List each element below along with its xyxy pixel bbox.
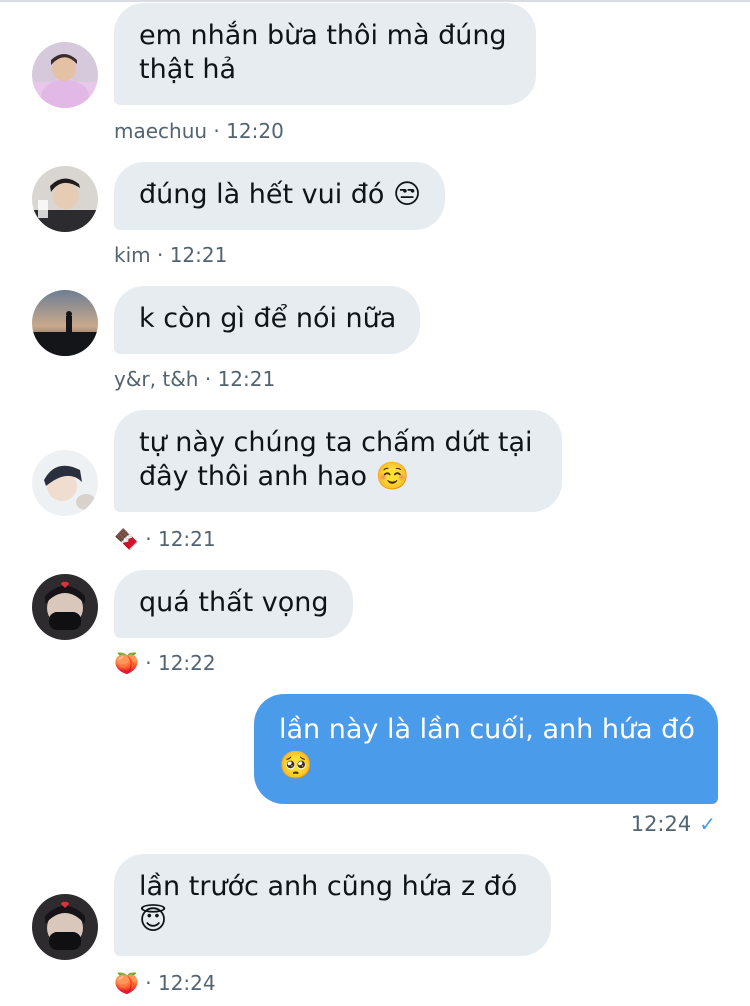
message-meta: maechuu · 12:20 [114,119,284,143]
outgoing-message-bubble[interactable]: lần này là lần cuối, anh hứa đó 🥺 [254,694,718,804]
message-meta: 🍑 · 12:22 [114,651,216,675]
halo-face-icon: 😇 [139,905,168,936]
avatar-peach[interactable] [32,574,98,640]
message-bubble[interactable]: tự này chúng ta chấm dứt tại đây thôi an… [114,410,562,512]
message-text: quá thất vọng [139,587,329,618]
message-text: đúng là hết vui đó [139,179,385,210]
message-time: 12:20 [226,119,284,143]
message-meta: 🍫 · 12:21 [114,527,216,551]
sender-name: maechuu [114,119,208,143]
message-time: 12:21 [169,243,228,267]
peach-icon: 🍑 [114,971,139,995]
outgoing-message-meta: 12:24 ✓ [631,812,716,836]
message-bubble[interactable]: quá thất vọng [114,570,353,638]
sender-name: y&r, t&h [114,367,199,391]
avatar-yr-th[interactable] [32,290,98,356]
message-text: lần này là lần cuối, anh hứa đó [279,714,695,745]
message-bubble[interactable]: em nhắn bừa thôi mà đúng thật hả [114,3,536,105]
message-bubble[interactable]: đúng là hết vui đó 😒 [114,162,446,230]
message-time: 12:24 [630,812,692,836]
message-time: 12:21 [217,367,276,391]
avatar-peach[interactable] [32,894,98,960]
message-bubble[interactable]: lần trước anh cũng hứa z đó 😇 [114,854,551,956]
message-meta: y&r, t&h · 12:21 [114,367,276,391]
smiling-face-icon: ☺️ [375,461,410,492]
chocolate-bar-icon: 🍫 [114,527,139,551]
peach-icon: 🍑 [114,651,139,675]
avatar-kim[interactable] [32,166,98,232]
avatar-chocolate[interactable] [32,450,98,516]
header-divider [0,0,750,2]
sender-name: kim [114,243,151,267]
message-text: tự này chúng ta chấm dứt tại đây thôi an… [139,427,533,492]
message-text: k còn gì để nói nữa [139,303,397,334]
message-text: em nhắn bừa thôi mà đúng thật hả [139,20,507,85]
avatar-maechuu[interactable] [32,42,98,108]
message-time: 12:22 [157,651,216,675]
pleading-face-icon: 🥺 [279,750,313,781]
message-meta: kim · 12:21 [114,243,228,267]
message-text: lần trước anh cũng hứa z đó [139,871,518,902]
checkmark-icon: ✓ [699,812,716,836]
message-time: 12:21 [157,527,216,551]
message-bubble[interactable]: k còn gì để nói nữa [114,286,421,354]
message-time: 12:24 [157,971,216,995]
message-meta: 🍑 · 12:24 [114,971,216,995]
chat-thread: em nhắn bừa thôi mà đúng thật hả maechuu… [0,0,750,1006]
unamused-face-icon: 😒 [393,179,422,210]
